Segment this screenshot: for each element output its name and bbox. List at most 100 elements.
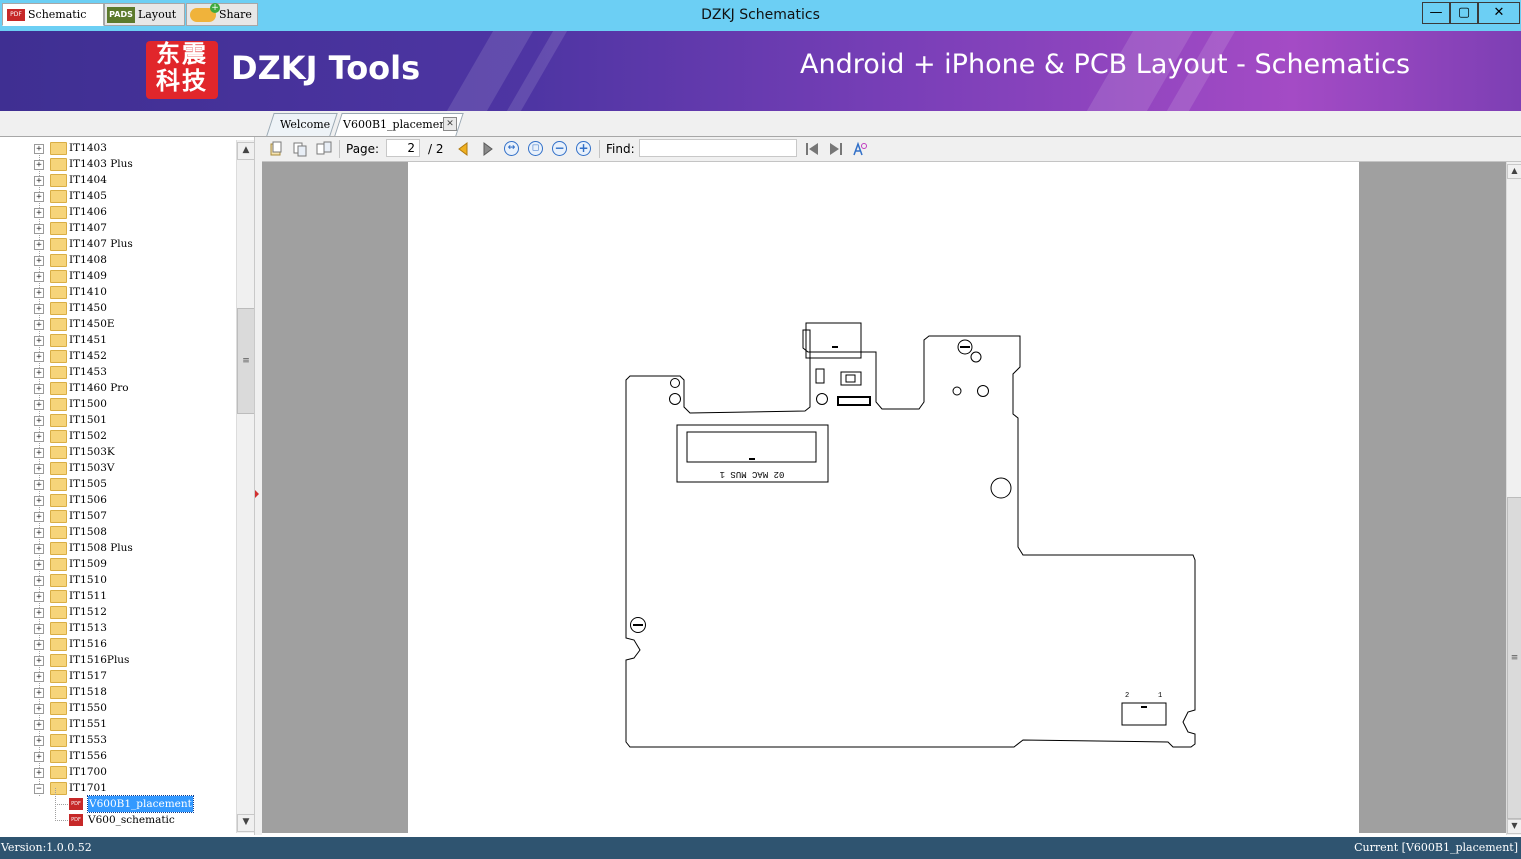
find-previous-icon[interactable] <box>804 141 820 157</box>
expand-icon[interactable]: + <box>34 528 44 538</box>
expand-icon[interactable]: + <box>34 752 44 762</box>
doc-tab-welcome[interactable]: Welcome <box>266 113 338 136</box>
tree-folder-item[interactable]: + IT1506 <box>0 492 236 508</box>
expand-icon[interactable]: + <box>34 416 44 426</box>
expand-icon[interactable]: + <box>34 336 44 346</box>
maximize-button[interactable]: ▢ <box>1450 2 1478 24</box>
tree-folder-item[interactable]: + IT1408 <box>0 252 236 268</box>
expand-icon[interactable]: + <box>34 256 44 266</box>
file-tree[interactable]: + IT1403 + IT1403 Plus + IT1404 + IT1405 + IT1406… <box>0 140 236 832</box>
expand-icon[interactable]: + <box>34 208 44 218</box>
expand-icon[interactable]: + <box>34 768 44 778</box>
tree-folder-item[interactable]: + IT1410 <box>0 284 236 300</box>
expand-icon[interactable]: + <box>34 288 44 298</box>
expand-icon[interactable]: + <box>34 480 44 490</box>
expand-icon[interactable]: + <box>34 720 44 730</box>
scroll-down-icon[interactable]: ▼ <box>237 814 255 832</box>
tree-folder-item[interactable]: + IT1503K <box>0 444 236 460</box>
tree-folder-item[interactable]: − IT1701 <box>0 780 236 796</box>
tree-scrollbar[interactable]: ▲ ≡ ▼ <box>236 140 255 833</box>
tree-folder-item[interactable]: + IT1517 <box>0 668 236 684</box>
expand-icon[interactable]: + <box>34 320 44 330</box>
expand-icon[interactable]: + <box>34 384 44 394</box>
tree-file-item[interactable]: PDF V600_schematic <box>0 804 236 828</box>
expand-icon[interactable]: + <box>34 688 44 698</box>
expand-icon[interactable]: + <box>34 272 44 282</box>
tree-folder-item[interactable]: + IT1500 <box>0 396 236 412</box>
scroll-up-icon[interactable]: ▲ <box>1507 164 1521 179</box>
expand-icon[interactable]: + <box>34 432 44 442</box>
collapse-arrow-icon[interactable] <box>255 490 259 498</box>
highlight-text-icon[interactable] <box>852 141 868 157</box>
zoom-in-icon[interactable]: + <box>576 141 591 156</box>
expand-icon[interactable]: + <box>34 736 44 746</box>
previous-page-icon[interactable] <box>455 141 471 157</box>
expand-icon[interactable]: + <box>34 576 44 586</box>
tree-folder-item[interactable]: + IT1460 Pro <box>0 380 236 396</box>
collapse-icon[interactable]: − <box>34 784 44 794</box>
tree-folder-item[interactable]: + IT1452 <box>0 348 236 364</box>
copy-icon[interactable] <box>268 141 284 157</box>
expand-icon[interactable]: + <box>34 640 44 650</box>
close-button[interactable]: ✕ <box>1478 2 1520 24</box>
tree-folder-item[interactable]: + IT1507 <box>0 508 236 524</box>
tree-folder-item[interactable]: + IT1503V <box>0 460 236 476</box>
tree-folder-item[interactable]: + IT1450 <box>0 300 236 316</box>
find-input[interactable] <box>639 139 797 157</box>
tree-folder-item[interactable]: + IT1406 <box>0 204 236 220</box>
close-tab-icon[interactable]: ✕ <box>443 117 457 131</box>
tab-layout[interactable]: PADS Layout <box>104 3 185 26</box>
tree-folder-item[interactable]: + IT1505 <box>0 476 236 492</box>
viewer-scrollbar[interactable]: ▲ ≡ ▼ <box>1506 162 1521 835</box>
tree-folder-item[interactable]: + IT1403 <box>0 140 236 156</box>
expand-icon[interactable]: + <box>34 672 44 682</box>
expand-icon[interactable]: + <box>34 240 44 250</box>
tree-folder-item[interactable]: + IT1510 <box>0 572 236 588</box>
zoom-out-icon[interactable]: − <box>552 141 567 156</box>
document-page[interactable]: 02 MAC MUS 1 1 2 <box>408 162 1359 833</box>
tree-folder-item[interactable]: + IT1518 <box>0 684 236 700</box>
tree-folder-item[interactable]: + IT1502 <box>0 428 236 444</box>
tree-folder-item[interactable]: + IT1551 <box>0 716 236 732</box>
tree-folder-item[interactable]: + IT1403 Plus <box>0 156 236 172</box>
expand-icon[interactable]: + <box>34 464 44 474</box>
tree-folder-item[interactable]: + IT1511 <box>0 588 236 604</box>
tree-folder-item[interactable]: + IT1404 <box>0 172 236 188</box>
expand-icon[interactable]: + <box>34 704 44 714</box>
expand-icon[interactable]: + <box>34 544 44 554</box>
tree-folder-item[interactable]: + IT1409 <box>0 268 236 284</box>
tree-folder-item[interactable]: + IT1450E <box>0 316 236 332</box>
tree-folder-item[interactable]: + IT1516 <box>0 636 236 652</box>
expand-icon[interactable]: + <box>34 368 44 378</box>
fit-page-icon[interactable]: ◻ <box>528 141 543 156</box>
expand-icon[interactable]: + <box>34 304 44 314</box>
expand-icon[interactable]: + <box>34 656 44 666</box>
expand-icon[interactable]: + <box>34 448 44 458</box>
scroll-thumb[interactable]: ≡ <box>1507 497 1521 819</box>
find-next-icon[interactable] <box>828 141 844 157</box>
expand-icon[interactable]: + <box>34 176 44 186</box>
expand-icon[interactable]: + <box>34 160 44 170</box>
expand-icon[interactable]: + <box>34 400 44 410</box>
tree-folder-item[interactable]: + IT1509 <box>0 556 236 572</box>
page-number-input[interactable] <box>386 139 420 157</box>
expand-icon[interactable]: + <box>34 144 44 154</box>
tree-folder-item[interactable]: + IT1513 <box>0 620 236 636</box>
tree-folder-item[interactable]: + IT1553 <box>0 732 236 748</box>
expand-icon[interactable]: + <box>34 512 44 522</box>
expand-icon[interactable]: + <box>34 496 44 506</box>
tree-folder-item[interactable]: + IT1405 <box>0 188 236 204</box>
expand-icon[interactable]: + <box>34 192 44 202</box>
tab-schematic[interactable]: PDF Schematic <box>2 3 104 26</box>
expand-icon[interactable]: + <box>34 224 44 234</box>
tree-folder-item[interactable]: + IT1556 <box>0 748 236 764</box>
expand-icon[interactable]: + <box>34 560 44 570</box>
tree-folder-item[interactable]: + IT1508 Plus <box>0 540 236 556</box>
expand-icon[interactable]: + <box>34 592 44 602</box>
scroll-up-icon[interactable]: ▲ <box>237 142 255 160</box>
expand-icon[interactable]: + <box>34 608 44 618</box>
tree-folder-item[interactable]: + IT1516Plus <box>0 652 236 668</box>
tree-folder-item[interactable]: + IT1451 <box>0 332 236 348</box>
scroll-down-icon[interactable]: ▼ <box>1507 819 1521 834</box>
tree-folder-item[interactable]: + IT1700 <box>0 764 236 780</box>
